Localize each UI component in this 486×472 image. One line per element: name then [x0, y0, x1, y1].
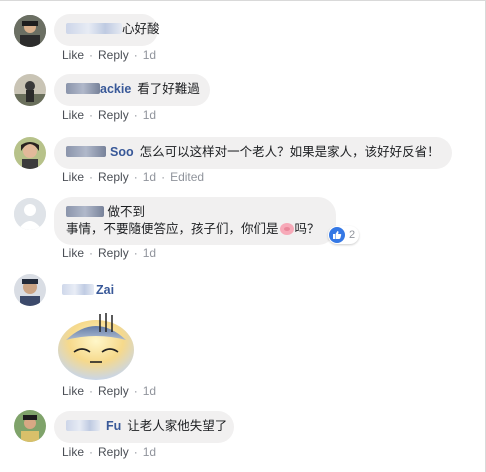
blurred-name	[66, 146, 106, 157]
user-avatar-icon	[14, 410, 46, 442]
pig-emoji-icon	[279, 223, 294, 235]
avatar[interactable]	[14, 274, 46, 306]
user-avatar-icon	[14, 74, 46, 106]
timestamp[interactable]: 1d	[143, 170, 156, 184]
comment-bubble: Soo 怎么可以这样对一个老人？如果是家人，该好好反省！	[54, 137, 452, 169]
comment-actions: Like · Reply · 1d	[62, 48, 157, 62]
comment-bubble: 做不到 事情，不要隨便答应，孩子们，你们是 吗？	[54, 197, 336, 245]
commenter-name[interactable]: Zai	[96, 283, 114, 297]
avatar[interactable]	[14, 74, 46, 106]
reply-link[interactable]: Reply	[98, 246, 129, 260]
comment-text: 看了好難過	[137, 82, 200, 96]
like-link[interactable]: Like	[62, 108, 84, 122]
comment-text: 吗？	[294, 222, 320, 236]
user-avatar-icon	[14, 15, 46, 47]
comment-line-2: 事情，不要隨便答应，孩子们，你们是 吗？	[66, 221, 324, 238]
comment-bubble: 心好酸	[54, 14, 160, 46]
comment-bubble: ackie 看了好難過	[54, 74, 210, 106]
timestamp[interactable]: 1d	[143, 246, 156, 260]
reaction-count[interactable]: 2	[328, 226, 360, 244]
default-avatar-icon	[14, 198, 46, 230]
like-link[interactable]: Like	[62, 384, 84, 398]
avatar[interactable]	[14, 198, 46, 230]
comment-actions: Like · Reply · 1d	[62, 445, 157, 459]
user-avatar-icon	[14, 274, 46, 306]
blurred-name	[66, 206, 104, 217]
blurred-name	[66, 83, 100, 94]
reply-link[interactable]: Reply	[98, 170, 129, 184]
comment-text: 事情，不要隨便答应，孩子们，你们是	[66, 222, 279, 236]
blurred-name	[62, 284, 94, 295]
comment-actions: Like · Reply · 1d	[62, 108, 157, 122]
like-link[interactable]: Like	[62, 246, 84, 260]
comment-actions: Like · Reply · 1d · Edited	[62, 170, 205, 184]
commenter-name[interactable]: Fu	[106, 419, 121, 433]
like-icon	[329, 227, 345, 243]
blurred-name	[66, 420, 100, 431]
like-link[interactable]: Like	[62, 445, 84, 459]
reaction-number: 2	[349, 229, 356, 241]
comment-actions: Like · Reply · 1d	[62, 384, 157, 398]
avatar[interactable]	[14, 137, 46, 169]
reply-link[interactable]: Reply	[98, 445, 129, 459]
comment-text: 怎么可以这样对一个老人？如果是家人，该好好反省！	[139, 145, 440, 159]
sad-sticker	[56, 310, 136, 382]
timestamp[interactable]: 1d	[143, 108, 156, 122]
timestamp[interactable]: 1d	[143, 384, 156, 398]
commenter-name[interactable]: Soo	[110, 145, 134, 159]
like-link[interactable]: Like	[62, 48, 84, 62]
comment-text: 做不到	[107, 205, 145, 219]
timestamp[interactable]: 1d	[143, 445, 156, 459]
comment-bubble: Fu 让老人家他失望了	[54, 411, 234, 443]
comment-text: 让老人家他失望了	[127, 419, 228, 433]
reply-link[interactable]: Reply	[98, 384, 129, 398]
commenter-row: Zai	[62, 283, 120, 297]
comment-line-1: 做不到	[66, 204, 324, 221]
frame-top-border	[0, 0, 486, 1]
reply-link[interactable]: Reply	[98, 48, 129, 62]
blurred-name	[66, 23, 122, 34]
comment-text: 心好酸	[122, 22, 160, 36]
timestamp[interactable]: 1d	[143, 48, 156, 62]
like-link[interactable]: Like	[62, 170, 84, 184]
commenter-name[interactable]: ackie	[100, 82, 131, 96]
user-avatar-icon	[14, 137, 46, 169]
avatar[interactable]	[14, 15, 46, 47]
edited-label[interactable]: Edited	[170, 170, 204, 184]
avatar[interactable]	[14, 410, 46, 442]
reply-link[interactable]: Reply	[98, 108, 129, 122]
comment-actions: Like · Reply · 1d	[62, 246, 157, 260]
